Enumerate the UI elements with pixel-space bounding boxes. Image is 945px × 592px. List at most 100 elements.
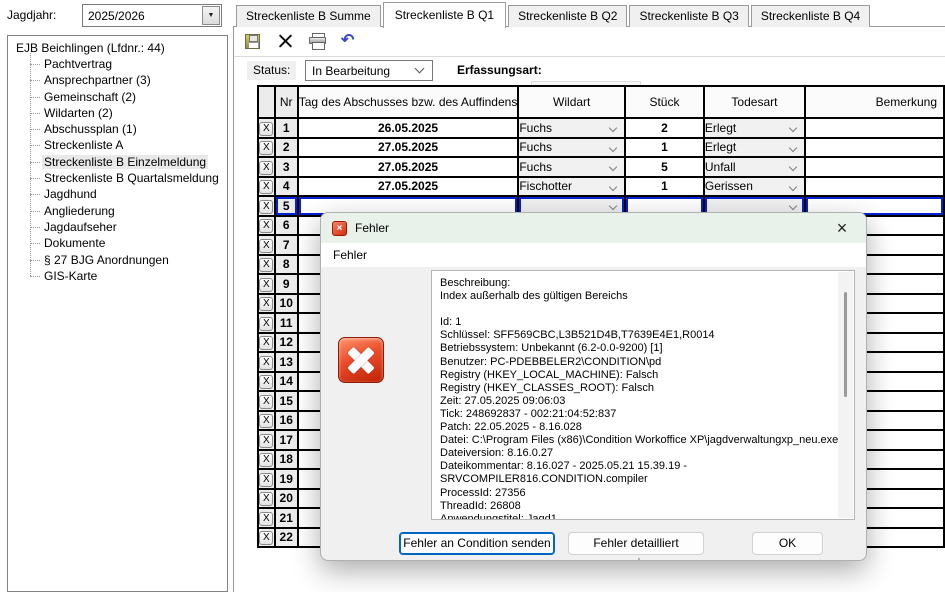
cell-nr: 18 — [275, 450, 298, 470]
row-delete-button[interactable]: X — [259, 492, 273, 506]
cell-wildart-dropdown[interactable]: Fuchs — [518, 138, 625, 158]
cell-nr: 22 — [275, 528, 298, 548]
row-delete-button[interactable]: X — [259, 375, 273, 389]
tab-bar: Streckenliste B SummeStreckenliste B Q1S… — [236, 2, 872, 27]
tab-streckenliste-b-q3[interactable]: Streckenliste B Q3 — [629, 5, 748, 27]
cell-bemerkung[interactable] — [805, 177, 944, 197]
row-delete-button[interactable]: X — [259, 258, 273, 272]
tree-item-streckenliste-b-einzelmeldung[interactable]: Streckenliste B Einzelmeldung — [30, 154, 227, 170]
tree-item-dokumente[interactable]: Dokumente — [30, 235, 227, 251]
cell-wildart-dropdown[interactable]: Fuchs — [518, 118, 625, 138]
row-delete-button[interactable]: X — [259, 219, 273, 233]
print-button[interactable] — [309, 33, 327, 49]
scrollbar-thumb[interactable] — [844, 292, 847, 397]
cell-nr: 12 — [275, 333, 298, 353]
row-delete-button[interactable]: X — [259, 122, 273, 136]
scrollbar-track[interactable] — [838, 272, 853, 518]
row-delete-button[interactable]: X — [259, 453, 273, 467]
cell-date[interactable]: 26.05.2025 — [298, 118, 519, 138]
cell-delete: X — [258, 294, 275, 314]
cell-bemerkung[interactable] — [805, 118, 944, 138]
tree-item-ansprechpartner-3[interactable]: Ansprechpartner (3) — [30, 72, 227, 88]
tree-items: PachtvertragAnsprechpartner (3) Gemeinsch… — [30, 56, 227, 284]
cell-bemerkung[interactable] — [805, 138, 944, 158]
chevron-down-icon — [789, 143, 797, 151]
cell-stueck[interactable]: 1 — [625, 177, 704, 197]
row-delete-button[interactable]: X — [259, 414, 273, 428]
cell-todesart-dropdown[interactable]: Erlegt — [704, 118, 805, 138]
cell-date[interactable]: 27.05.2025 — [298, 138, 519, 158]
dialog-heading: Fehler — [321, 243, 866, 267]
row-delete-button[interactable]: X — [259, 278, 273, 292]
tree-item-angliederung[interactable]: Angliederung — [30, 203, 227, 219]
tree-item-label: Streckenliste B Quartalsmeldung — [42, 171, 221, 185]
tree-item-gis-karte[interactable]: GIS-Karte — [30, 268, 227, 284]
print-icon — [309, 33, 327, 48]
tree-item-jagdaufseher[interactable]: Jagdaufseher — [30, 219, 227, 235]
row-delete-button[interactable]: X — [259, 141, 273, 155]
cell-stueck[interactable]: 2 — [625, 118, 704, 138]
chevron-down-icon — [789, 124, 797, 132]
jagdjahr-dropdown-arrow-icon[interactable]: ▼ — [202, 6, 220, 25]
row-delete-button[interactable]: X — [259, 473, 273, 487]
row-delete-button[interactable]: X — [259, 531, 273, 545]
row-delete-button[interactable]: X — [259, 434, 273, 448]
tab-streckenliste-b-q4[interactable]: Streckenliste B Q4 — [751, 5, 870, 27]
close-icon[interactable]: × — [826, 214, 858, 242]
tree-item-label: Angliederung — [42, 204, 117, 218]
jagdjahr-combobox[interactable]: 2025/2026 ▼ — [82, 4, 222, 27]
row-delete-button[interactable]: X — [259, 239, 273, 253]
tree-item-wildarten-2[interactable]: Wildarten (2) — [30, 105, 227, 121]
button-fehler-detailliert-anzeigen[interactable]: Fehler detailliert anzeigen — [568, 532, 704, 555]
tree-item-abschussplan-1[interactable]: Abschussplan (1) — [30, 121, 227, 137]
undo-button[interactable]: ↶ — [341, 33, 359, 49]
error-icon: × — [332, 221, 347, 236]
row-delete-button[interactable]: X — [259, 297, 273, 311]
chevron-down-icon — [609, 202, 617, 210]
chevron-down-icon — [415, 64, 425, 74]
save-button[interactable] — [245, 33, 263, 49]
toolbar: ↶ — [245, 33, 359, 49]
tab-streckenliste-b-q2[interactable]: Streckenliste B Q2 — [508, 5, 627, 27]
row-delete-button[interactable]: X — [259, 180, 273, 194]
dialog-title: Fehler — [355, 221, 389, 235]
cell-wildart-dropdown[interactable]: Fuchs — [518, 157, 625, 177]
tree-item-gemeinschaft-2[interactable]: Gemeinschaft (2) — [30, 89, 227, 105]
cell-stueck[interactable]: 5 — [625, 157, 704, 177]
tree-item-jagdhund[interactable]: Jagdhund — [30, 186, 227, 202]
cell-todesart-dropdown[interactable]: Unfall — [704, 157, 805, 177]
tree-item-label: Streckenliste B Einzelmeldung — [42, 155, 208, 169]
cell-delete: X — [258, 372, 275, 392]
tree-item-label: Gemeinschaft (2) — [42, 90, 138, 104]
dialog-body: Beschreibung: Index außerhalb des gültig… — [321, 267, 866, 561]
cell-date[interactable]: 27.05.2025 — [298, 157, 519, 177]
delete-button[interactable] — [277, 33, 295, 49]
row-delete-button[interactable]: X — [259, 161, 273, 175]
table-row: X126.05.2025Fuchs2Erlegt — [258, 118, 944, 138]
tree-item-streckenliste-a[interactable]: Streckenliste A — [30, 137, 227, 153]
jagdjahr-value: 2025/2026 — [83, 9, 202, 23]
row-delete-button[interactable]: X — [259, 356, 273, 370]
row-delete-button[interactable]: X — [259, 512, 273, 526]
row-delete-button[interactable]: X — [259, 317, 273, 331]
cell-todesart-dropdown[interactable]: Gerissen — [704, 177, 805, 197]
cell-date[interactable]: 27.05.2025 — [298, 177, 519, 197]
row-delete-button[interactable]: X — [259, 200, 273, 214]
ok-button[interactable]: OK — [752, 532, 823, 555]
row-delete-button[interactable]: X — [259, 395, 273, 409]
status-dropdown[interactable]: In Bearbeitung — [305, 60, 433, 81]
status-value: In Bearbeitung — [312, 64, 390, 78]
cell-stueck[interactable]: 1 — [625, 138, 704, 158]
tab-streckenliste-b-q1[interactable]: Streckenliste B Q1 — [383, 2, 506, 28]
tree-item-streckenliste-b-quartalsmeldung[interactable]: Streckenliste B Quartalsmeldung — [30, 170, 227, 186]
row-delete-button[interactable]: X — [259, 336, 273, 350]
cell-wildart-dropdown[interactable]: Fischotter — [518, 177, 625, 197]
tab-streckenliste-b-summe[interactable]: Streckenliste B Summe — [236, 5, 381, 27]
cell-bemerkung[interactable] — [805, 157, 944, 177]
button-fehler-an-condition-senden[interactable]: Fehler an Condition senden — [399, 532, 555, 555]
tree-item-27-bjg-anordnungen[interactable]: § 27 BJG Anordnungen — [30, 252, 227, 268]
cell-todesart-dropdown[interactable]: Erlegt — [704, 138, 805, 158]
tree-item-pachtvertrag[interactable]: Pachtvertrag — [30, 56, 227, 72]
table-row: X227.05.2025Fuchs1Erlegt — [258, 138, 944, 158]
tree-root-node[interactable]: EJB Beichlingen (Lfdnr.: 44) — [16, 40, 227, 56]
